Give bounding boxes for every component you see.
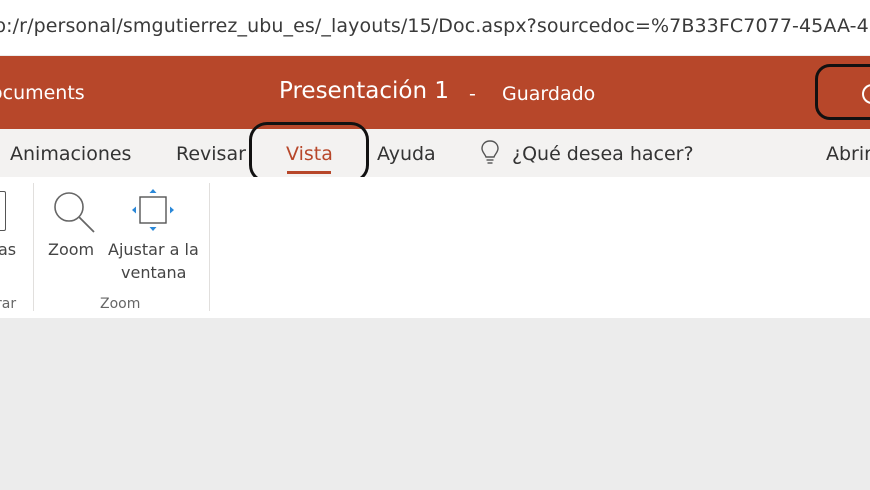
zoom-button-label: Zoom [48, 240, 95, 259]
documents-breadcrumb[interactable]: ocuments [0, 82, 85, 104]
fit-window-label-line2: ventana [121, 263, 187, 282]
tab-revisar[interactable]: Revisar [176, 143, 246, 165]
group-separator [209, 183, 210, 311]
fit-window-icon [132, 189, 174, 231]
tab-animaciones[interactable]: Animaciones [10, 143, 131, 165]
vista-tab-highlight [249, 122, 369, 183]
app-title-bar: ocuments Presentación 1 - Guardado [0, 56, 870, 129]
partial-button-label[interactable]: as [0, 239, 16, 261]
ribbon-tabs: Animaciones Revisar Vista Ayuda ¿Qué des… [0, 129, 870, 177]
zoom-group-label: Zoom [100, 296, 141, 312]
tab-ayuda[interactable]: Ayuda [377, 143, 436, 165]
tab-abrir[interactable]: Abrir [826, 143, 870, 165]
address-bar[interactable]: p:/r/personal/smgutierrez_ubu_es/_layout… [0, 0, 870, 55]
partial-view-icon [0, 191, 6, 231]
save-status: Guardado [502, 83, 596, 105]
slide-canvas-area [0, 318, 870, 490]
ribbon-panel: as rar Zoom Ajustar a la ventana Zoom [0, 177, 870, 318]
fit-window-label-line1: Ajustar a la [108, 240, 199, 259]
lightbulb-icon [481, 140, 499, 164]
partial-header-icon [862, 84, 870, 104]
tell-me-search[interactable]: ¿Qué desea hacer? [512, 143, 694, 165]
partial-group-label: rar [0, 296, 17, 312]
url-text[interactable]: p:/r/personal/smgutierrez_ubu_es/_layout… [0, 15, 870, 37]
group-separator [33, 183, 34, 311]
highlighted-header-button[interactable] [815, 64, 870, 120]
title-separator: - [469, 83, 476, 105]
magnifier-icon [54, 192, 95, 233]
document-title[interactable]: Presentación 1 [279, 78, 449, 104]
